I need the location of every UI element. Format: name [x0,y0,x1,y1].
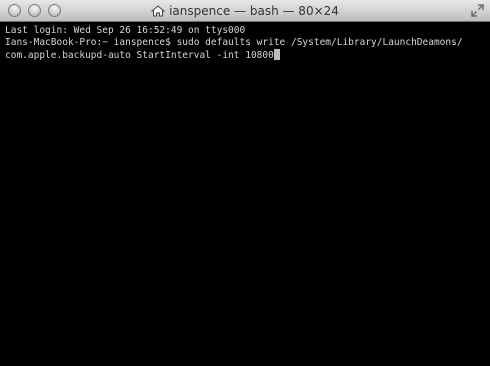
terminal-window: ianspence — bash — 80×24 Last login: Wed… [0,0,490,366]
text-cursor [273,49,280,60]
window-title: ianspence — bash — 80×24 [169,4,339,18]
fullscreen-icon[interactable] [471,4,484,17]
window-title-container: ianspence — bash — 80×24 [0,3,490,21]
terminal-line-continuation: com.apple.backupd-auto StartInterval -in… [5,49,485,61]
terminal-line-login: Last login: Wed Sep 26 16:52:49 on ttys0… [5,25,246,36]
terminal-output[interactable]: Last login: Wed Sep 26 16:52:49 on ttys0… [0,22,490,366]
terminal-line-continuation-text: com.apple.backupd-auto StartInterval -in… [5,50,274,61]
terminal-line-command: Ians-MacBook-Pro:~ ianspence$ sudo defau… [5,37,463,48]
title-bar[interactable]: ianspence — bash — 80×24 [0,0,490,22]
home-icon [151,5,166,17]
